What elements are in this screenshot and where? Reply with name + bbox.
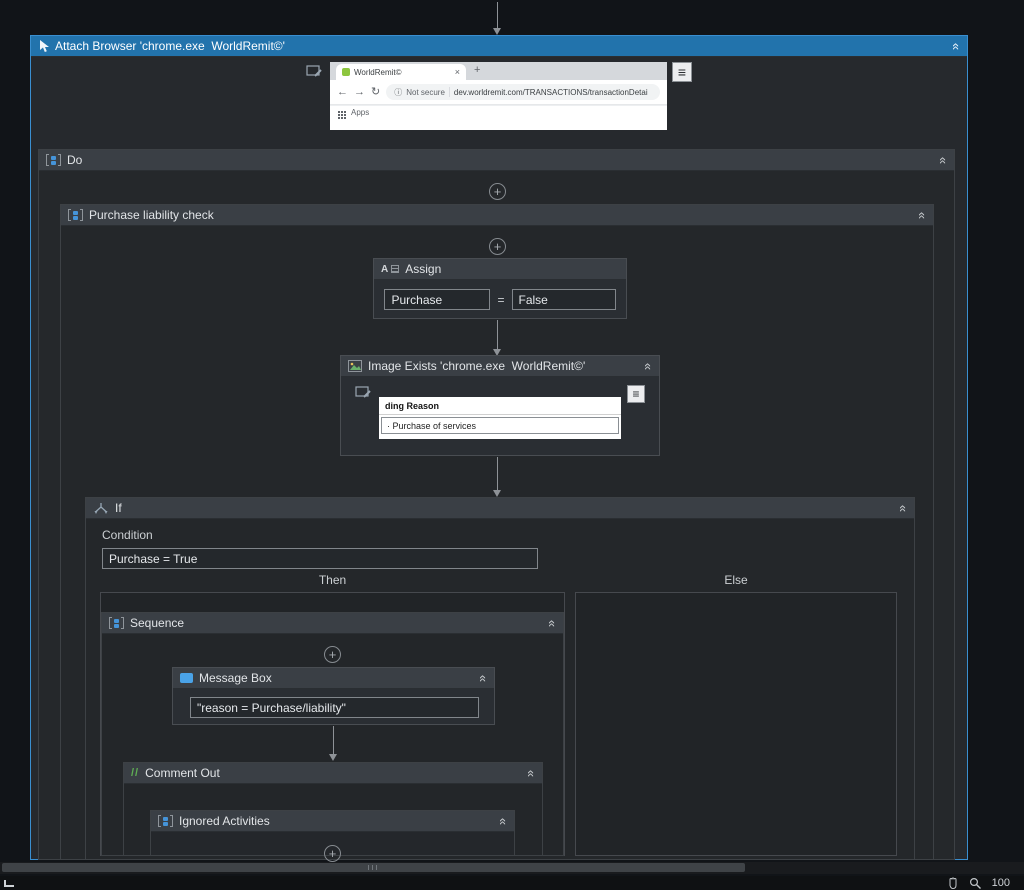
ignored-activities-title: Ignored Activities [179, 814, 270, 828]
refresh-icon: ↻ [371, 85, 381, 98]
options-menu-button[interactable]: ≡ [627, 385, 645, 403]
scrollbar-thumb[interactable] [2, 863, 745, 872]
info-icon: ⓘ [394, 87, 403, 97]
edit-selector-icon[interactable] [355, 385, 372, 399]
collapse-icon[interactable]: « [949, 42, 964, 49]
image-exists-title: Image Exists 'chrome.exe WorldRemit©' [368, 359, 586, 373]
sequence-title: Sequence [130, 616, 185, 630]
assign-header[interactable]: A Assign [374, 259, 626, 280]
image-exists-header[interactable]: Image Exists 'chrome.exe WorldRemit©' « [341, 356, 659, 377]
edit-selector-icon[interactable] [306, 64, 323, 78]
message-box-header[interactable]: Message Box « [173, 668, 494, 689]
mouse-pointer-icon [40, 40, 49, 52]
add-activity-button[interactable]: + [324, 646, 341, 663]
if-header[interactable]: If « [86, 498, 914, 519]
connector-line [497, 457, 498, 490]
browser-tab: WorldRemit© × [336, 64, 466, 80]
connector-line [333, 726, 334, 754]
back-icon: ← [337, 85, 348, 98]
activity-image-exists: Image Exists 'chrome.exe WorldRemit©' « … [340, 355, 660, 456]
collapse-icon[interactable]: « [641, 362, 656, 369]
activity-assign: A Assign Purchase = False [373, 258, 627, 319]
assign-title: Assign [405, 262, 442, 276]
collapse-icon[interactable]: « [476, 674, 491, 681]
status-bar: 100 [0, 876, 1024, 890]
message-box-title: Message Box [199, 671, 272, 685]
panel-corner-icon[interactable] [4, 879, 14, 887]
ignored-activities-header[interactable]: Ignored Activities « [151, 811, 514, 832]
message-bubble-icon [180, 673, 193, 683]
condition-label: Condition [102, 528, 153, 542]
sequence-icon [68, 209, 83, 221]
purchase-check-title: Purchase liability check [89, 208, 214, 222]
sequence-icon [158, 815, 173, 827]
preview-option: · Purchase of services [381, 417, 619, 434]
do-title: Do [67, 153, 83, 167]
connector-line [497, 320, 498, 349]
tab-title: WorldRemit© [354, 67, 402, 77]
pan-hand-icon[interactable] [947, 877, 959, 889]
favicon [342, 68, 350, 76]
browser-toolbar: ← → ↻ ⓘ Not secure dev.worldremit.com/TR… [330, 80, 667, 105]
assign-icon: A [381, 264, 400, 275]
security-label: Not secure [406, 87, 445, 97]
apps-grid-icon [338, 111, 340, 113]
connector-arrowhead [329, 754, 337, 761]
browser-screenshot-preview: WorldRemit© × + ← → ↻ ⓘ Not secure dev.w… [330, 62, 667, 130]
attach-browser-title: Attach Browser 'chrome.exe WorldRemit©' [55, 39, 285, 53]
add-activity-button[interactable]: + [324, 845, 341, 862]
then-label: Then [318, 573, 347, 587]
apps-label: Apps [351, 107, 370, 117]
browser-tabstrip: WorldRemit© × + [330, 62, 667, 80]
connector-arrowhead [493, 28, 501, 35]
zoom-icon[interactable] [969, 877, 982, 890]
workflow-designer: Attach Browser 'chrome.exe WorldRemit©' … [0, 0, 1024, 890]
forward-icon: → [354, 85, 365, 98]
if-title: If [115, 501, 122, 515]
collapse-icon[interactable]: « [524, 769, 539, 776]
connector-line [497, 2, 498, 29]
comment-out-header[interactable]: // Comment Out « [124, 763, 542, 784]
activity-message-box: Message Box « "reason = Purchase/liabili… [172, 667, 495, 725]
sequence-icon [46, 154, 61, 166]
sequence-icon [109, 617, 124, 629]
collapse-icon[interactable]: « [545, 619, 560, 626]
options-menu-button[interactable]: ≡ [672, 62, 692, 82]
else-branch-dropzone[interactable] [575, 592, 897, 856]
message-text-field[interactable]: "reason = Purchase/liability" [190, 697, 479, 718]
comment-slashes-icon: // [131, 767, 140, 779]
bookmarks-bar: Apps [330, 105, 667, 118]
do-header[interactable]: Do « [39, 150, 954, 171]
add-activity-button[interactable]: + [489, 183, 506, 200]
image-target-preview: ding Reason · Purchase of services [379, 397, 621, 439]
image-icon [348, 360, 362, 372]
address-divider [448, 87, 450, 97]
purchase-check-header[interactable]: Purchase liability check « [61, 205, 933, 226]
horizontal-scrollbar[interactable] [0, 862, 1024, 874]
new-tab-icon: + [474, 64, 481, 76]
collapse-icon[interactable]: « [896, 504, 911, 511]
collapse-icon[interactable]: « [915, 211, 930, 218]
equals-sign: = [497, 292, 505, 307]
collapse-icon[interactable]: « [496, 817, 511, 824]
address-bar: ⓘ Not secure dev.worldremit.com/TRANSACT… [386, 84, 660, 100]
comment-out-title: Comment Out [145, 766, 220, 780]
assign-body: Purchase = False [374, 280, 626, 310]
attach-browser-header[interactable]: Attach Browser 'chrome.exe WorldRemit©' … [31, 36, 967, 57]
assign-to-field[interactable]: Purchase [384, 289, 491, 310]
else-label: Else [724, 573, 748, 587]
add-activity-button[interactable]: + [489, 238, 506, 255]
collapse-icon[interactable]: « [936, 156, 951, 163]
condition-input[interactable]: Purchase = True [102, 548, 538, 569]
if-branch-icon [94, 502, 108, 514]
connector-arrowhead [493, 490, 501, 497]
assign-value-field[interactable]: False [511, 289, 616, 310]
close-tab-icon: × [454, 67, 460, 77]
zoom-level[interactable]: 100 [992, 877, 1010, 889]
url-text: dev.worldremit.com/TRANSACTIONS/transact… [453, 87, 648, 97]
preview-heading: ding Reason [379, 397, 621, 415]
sequence-header[interactable]: Sequence « [102, 613, 563, 634]
